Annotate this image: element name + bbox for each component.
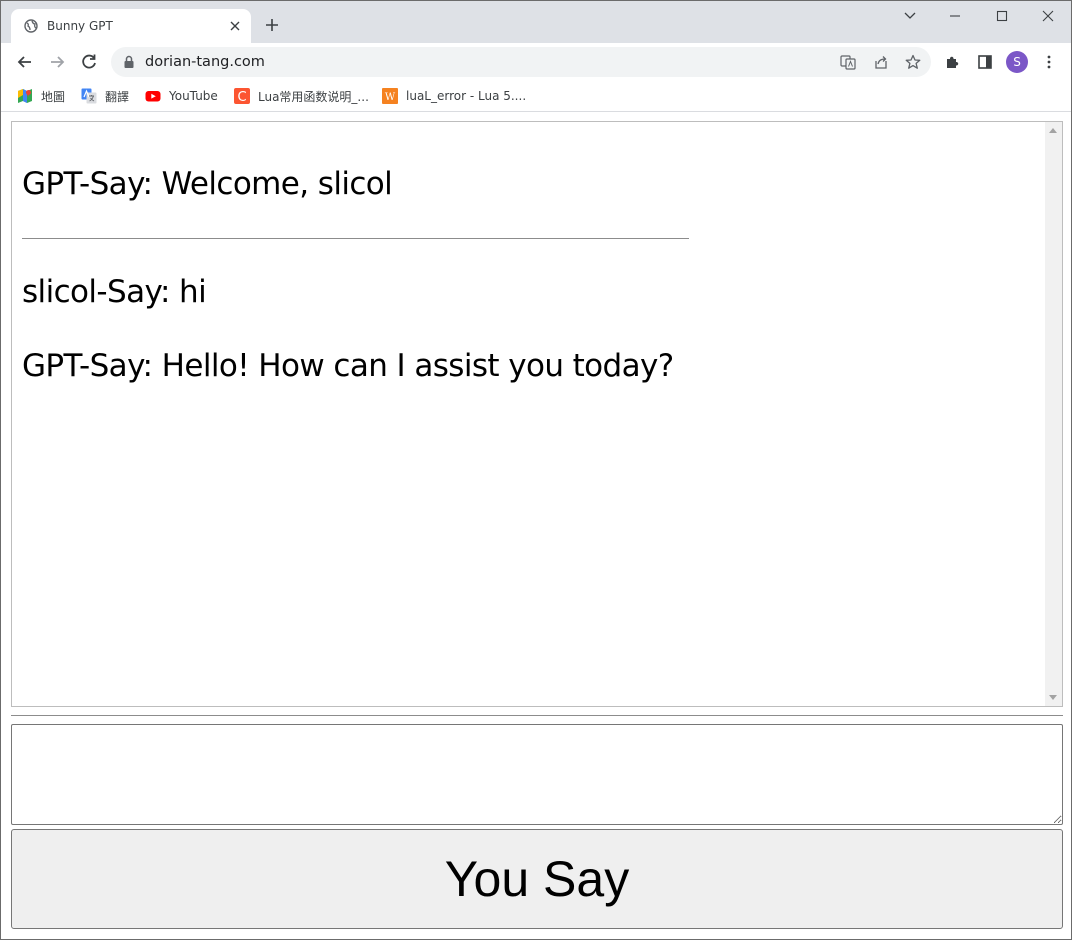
address-bar[interactable]: dorian-tang.com xyxy=(111,47,931,77)
bookmark-label: 地圖 xyxy=(41,89,66,104)
csdn-icon: C xyxy=(234,88,250,104)
scroll-down-arrow-icon[interactable] xyxy=(1049,695,1057,700)
more-menu-icon[interactable] xyxy=(1041,54,1057,70)
tab-bunny-gpt[interactable]: Bunny GPT xyxy=(11,9,251,43)
url-text[interactable]: dorian-tang.com xyxy=(145,54,265,70)
minimize-icon[interactable] xyxy=(944,6,966,26)
chat-log[interactable]: GPT-Say: Welcome, slicol slicol-Say: hi … xyxy=(11,121,1063,707)
bookmark-lual-error[interactable]: W luaL_error - Lua 5.... xyxy=(382,85,526,107)
svg-text:C: C xyxy=(237,90,246,104)
bookmark-lua-functions[interactable]: C Lua常用函数说明_... xyxy=(234,85,369,107)
browser-toolbar: dorian-tang.com S xyxy=(1,43,1071,81)
bookmark-star-icon[interactable] xyxy=(905,54,921,70)
chat-message-gpt: GPT-Say: Welcome, slicol xyxy=(22,166,393,202)
side-panel-icon[interactable] xyxy=(977,54,993,70)
tab-search-chevron-icon[interactable] xyxy=(899,6,921,26)
maximize-icon[interactable] xyxy=(991,6,1013,26)
google-translate-icon xyxy=(81,88,97,104)
page-divider xyxy=(11,715,1063,716)
back-arrow-icon[interactable] xyxy=(15,52,35,72)
close-window-icon[interactable] xyxy=(1037,6,1059,26)
tab-strip: Bunny GPT xyxy=(1,1,1071,43)
page-content: GPT-Say: Welcome, slicol slicol-Say: hi … xyxy=(1,113,1071,939)
you-say-button[interactable]: You Say xyxy=(11,829,1063,929)
google-maps-icon xyxy=(18,89,32,103)
bookmark-label: luaL_error - Lua 5.... xyxy=(406,89,527,103)
chat-message-gpt: GPT-Say: Hello! How can I assist you tod… xyxy=(22,348,674,384)
globe-icon xyxy=(24,19,38,33)
svg-text:W: W xyxy=(385,92,396,103)
bookmark-maps[interactable]: 地圖 xyxy=(17,85,65,107)
tab-title: Bunny GPT xyxy=(47,19,113,33)
message-input[interactable] xyxy=(11,724,1063,825)
w-site-icon: W xyxy=(382,88,398,104)
new-tab-icon[interactable] xyxy=(263,16,281,34)
lock-icon[interactable] xyxy=(123,55,135,69)
translate-page-icon[interactable] xyxy=(840,54,856,70)
bookmark-youtube[interactable]: YouTube xyxy=(145,85,218,107)
bookmark-translate[interactable]: 翻譯 xyxy=(81,85,129,107)
forward-arrow-icon[interactable] xyxy=(47,52,67,72)
bookmarks-bar: 地圖 翻譯 YouTube C Lua常用函数说明_... W luaL_err… xyxy=(1,81,1071,112)
bookmark-label: 翻譯 xyxy=(105,89,130,104)
bookmark-label: YouTube xyxy=(169,89,218,103)
share-icon[interactable] xyxy=(873,54,889,70)
chat-message-user: slicol-Say: hi xyxy=(22,274,207,310)
youtube-icon xyxy=(145,91,161,102)
bookmark-label: Lua常用函数说明_... xyxy=(258,89,369,104)
extensions-puzzle-icon[interactable] xyxy=(945,54,961,70)
scroll-up-arrow-icon[interactable] xyxy=(1049,128,1057,133)
reload-icon[interactable] xyxy=(79,52,99,72)
chat-scrollbar[interactable] xyxy=(1045,122,1062,706)
profile-avatar[interactable]: S xyxy=(1006,51,1028,73)
chat-divider xyxy=(22,238,689,239)
close-tab-icon[interactable] xyxy=(227,18,243,34)
browser-window: Bunny GPT dorian-tang.com S 地圖 翻譯 YouTub… xyxy=(0,0,1072,940)
